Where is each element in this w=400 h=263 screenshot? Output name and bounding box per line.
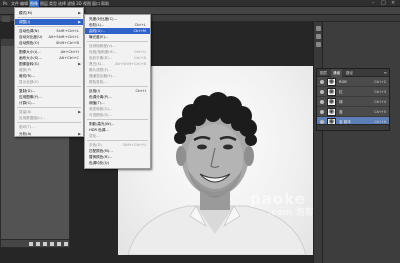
- tab-channels[interactable]: 通道: [331, 69, 342, 77]
- menu-separator: [87, 86, 148, 87]
- trash-icon[interactable]: [64, 242, 68, 246]
- submenu-arrow-icon: ▶: [78, 132, 81, 136]
- properties-panel-footer: [1, 239, 69, 247]
- menu-separator: [87, 119, 148, 120]
- menu-item-equalize[interactable]: 色调均化(Q): [85, 160, 150, 166]
- menu-item-label: 应用数据组(L)...: [19, 116, 46, 120]
- menu-separator: [87, 41, 148, 42]
- menu-item-shortcut: Shift+Ctrl+B: [55, 41, 79, 45]
- eye-icon[interactable]: [320, 90, 324, 94]
- footer-icon-1[interactable]: [29, 242, 33, 246]
- right-panel-dock: [322, 22, 400, 263]
- menu-item-label: 色调均化(Q): [89, 161, 110, 165]
- close-icon[interactable]: ×: [391, 1, 395, 6]
- panel-icon-2[interactable]: [316, 34, 321, 39]
- menu-separator: [17, 86, 81, 87]
- menu-3d[interactable]: 3D: [76, 0, 82, 7]
- channel-row-blue[interactable]: 蓝 Ctrl+5: [317, 107, 389, 117]
- menu-help[interactable]: 帮助: [101, 0, 109, 7]
- menu-file[interactable]: 文件: [11, 0, 19, 7]
- channels-panel-footer: [317, 124, 389, 130]
- channel-shortcut: Ctrl+2: [374, 80, 386, 84]
- menu-item-apply-data-set[interactable]: 应用数据组(L)...: [15, 115, 83, 121]
- menu-item-label: 曝光度(E)...: [89, 35, 109, 39]
- footer-icon-5[interactable]: [57, 242, 61, 246]
- channel-shortcut: Ctrl+4: [374, 100, 386, 104]
- menu-type[interactable]: 类型: [49, 0, 57, 7]
- submenu-arrow-icon: ▶: [78, 20, 81, 24]
- channels-panel: 图层 通道 路径 ≡ RGB Ctrl+2 红 Ctrl+3 绿 Ctrl+4 …: [316, 68, 390, 131]
- channel-thumbnail: [327, 88, 336, 96]
- footer-icon-3[interactable]: [43, 242, 47, 246]
- menu-item-label: 颜色查找...: [89, 80, 107, 84]
- panel-menu-icon[interactable]: ≡: [384, 69, 387, 77]
- adjustments-submenu: 亮度/对比度(C)... 色阶(L)... Ctrl+L 曲线(U)... Ctrl…: [84, 14, 151, 169]
- menu-item-reveal-all[interactable]: 显示全部(V): [15, 79, 83, 85]
- menu-item-label: 调整(J): [19, 20, 31, 24]
- channel-name: 红: [339, 90, 343, 94]
- channel-thumbnail: [327, 98, 336, 106]
- menu-bar: Ps 文件 编辑 图像 图层 类型 选择 滤镜 3D 视图 窗口 帮助 – □ …: [0, 0, 400, 7]
- menu-item-label: 变化...: [89, 134, 100, 138]
- panel-icon-1[interactable]: [316, 26, 321, 31]
- menu-separator: [17, 47, 81, 48]
- eye-icon[interactable]: [320, 110, 324, 114]
- menu-item-auto-color[interactable]: 自动颜色(O) Shift+Ctrl+B: [15, 40, 83, 46]
- menu-item-trap[interactable]: 陷印(T)...: [15, 124, 83, 130]
- channel-thumbnail: [327, 108, 336, 116]
- channel-shortcut: Ctrl+3: [374, 90, 386, 94]
- menu-item-label: 可选颜色(S)...: [89, 113, 112, 117]
- menu-separator: [17, 107, 81, 108]
- panel-icon-3[interactable]: [316, 42, 321, 47]
- eye-icon[interactable]: [320, 80, 324, 84]
- menu-item-label: 显示全部(V): [19, 80, 39, 84]
- menu-item-analysis[interactable]: 分析(A) ▶: [15, 131, 83, 137]
- menu-window[interactable]: 窗口: [92, 0, 100, 7]
- maximize-icon[interactable]: □: [381, 1, 386, 6]
- collapsed-panel-strip: [313, 22, 322, 263]
- menu-item-color-lookup[interactable]: 颜色查找...: [85, 79, 150, 85]
- menu-item-mode[interactable]: 模式(M) ▶: [15, 10, 83, 16]
- channel-row-rgb[interactable]: RGB Ctrl+2: [317, 77, 389, 87]
- menu-layer[interactable]: 图层: [40, 0, 48, 7]
- minimize-icon[interactable]: –: [372, 1, 375, 6]
- menu-item-selective-color[interactable]: 可选颜色(S)...: [85, 112, 150, 118]
- channel-row-green[interactable]: 绿 Ctrl+4: [317, 97, 389, 107]
- eye-icon[interactable]: [320, 100, 324, 104]
- menu-item-label: 自动颜色(O): [19, 41, 40, 45]
- menu-separator: [87, 140, 148, 141]
- menu-item-label: 模式(M): [19, 11, 33, 15]
- menu-item-calculations[interactable]: 计算(C)...: [15, 100, 83, 106]
- menu-separator: [17, 122, 81, 123]
- menu-edit[interactable]: 编辑: [20, 0, 28, 7]
- channel-name: 蓝: [339, 110, 343, 114]
- channel-thumbnail: [327, 78, 336, 86]
- tab-layers[interactable]: 图层: [318, 69, 329, 77]
- menu-separator: [17, 17, 81, 18]
- tab-paths[interactable]: 路径: [344, 69, 355, 77]
- watermark-subtext: .com 泡客: [268, 208, 314, 218]
- channel-row-red[interactable]: 红 Ctrl+3: [317, 87, 389, 97]
- menu-item-label: 分析(A): [19, 132, 32, 136]
- footer-icon-2[interactable]: [36, 242, 40, 246]
- menu-filter[interactable]: 滤镜: [67, 0, 75, 7]
- menu-item-variations[interactable]: 变化...: [85, 133, 150, 139]
- channel-name: 绿: [339, 100, 343, 104]
- menu-select[interactable]: 选择: [58, 0, 66, 7]
- menu-image[interactable]: 图像: [29, 0, 39, 7]
- watermark: paoke .com 泡客: [250, 190, 313, 218]
- menu-view[interactable]: 视图: [83, 0, 91, 7]
- menu-separator: [17, 26, 81, 27]
- menu-ps-logo[interactable]: Ps: [3, 0, 7, 7]
- menu-item-label: 陷印(T)...: [19, 125, 35, 129]
- submenu-arrow-icon: ▶: [78, 11, 81, 15]
- channel-shortcut: Ctrl+5: [374, 110, 386, 114]
- menu-item-label: 计算(C)...: [19, 101, 35, 105]
- footer-icon-4[interactable]: [50, 242, 54, 246]
- channels-panel-tabs: 图层 通道 路径 ≡: [317, 69, 389, 77]
- menu-item-exposure[interactable]: 曝光度(E)...: [85, 34, 150, 40]
- image-menu: 模式(M) ▶ 调整(J) ▶ 自动色调(N) Shift+Ctrl+L 自动对比度(…: [14, 7, 84, 137]
- menu-item-adjustments[interactable]: 调整(J) ▶: [15, 19, 83, 25]
- channel-name: RGB: [339, 80, 347, 84]
